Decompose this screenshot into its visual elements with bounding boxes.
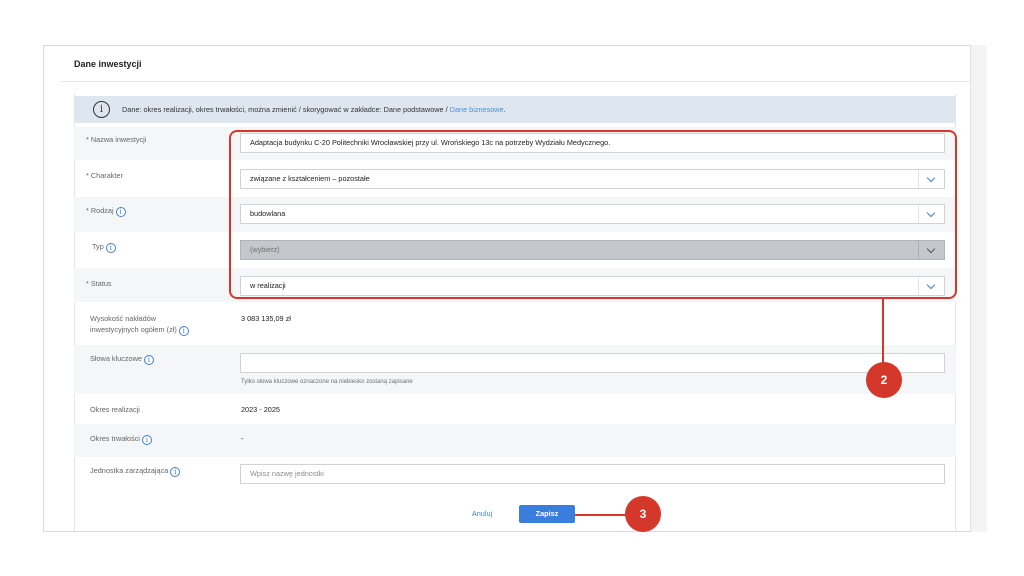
jednostka-zarzadzajaca-placeholder: Wpisz nazwę jednostki (250, 469, 324, 478)
cancel-button[interactable]: Anuluj (462, 505, 502, 523)
info-bar: i Dane: okres realizacji, okres trwałośc… (74, 96, 956, 123)
charakter-label: * Charakter (86, 171, 123, 180)
card-header: Dane inwestycji (60, 48, 970, 82)
scrollbar-track[interactable] (970, 45, 987, 532)
slowa-kluczowe-helper: Tylko słowa kluczowe oznaczone na niebie… (241, 379, 413, 385)
jednostka-zarzadzajaca-label: Jednostka zarządzająca i (90, 466, 181, 477)
jednostka-zarzadzajaca-input[interactable]: Wpisz nazwę jednostki (240, 464, 945, 484)
wysokosc-nakladow-label: Wysokość nakładów inwestycyjnych ogółem (… (90, 313, 189, 336)
slowa-kluczowe-input[interactable] (240, 353, 945, 373)
dane-biznesowe-link[interactable]: Dane biznesowe (450, 105, 504, 114)
info-icon[interactable]: i (115, 207, 126, 217)
info-period: . (503, 105, 506, 114)
okres-trwalosci-label: Okres trwałości i (90, 434, 152, 445)
status-label: * Status (86, 279, 112, 288)
info-circle-icon: i (93, 101, 110, 118)
info-text: Dane: okres realizacji, okres trwałości,… (122, 105, 506, 114)
row-okres-realizacji (74, 394, 956, 424)
row-wysokosc-nakladow (74, 302, 956, 345)
callout-connector-2 (882, 299, 884, 363)
row-okres-trwalosci (74, 424, 956, 457)
info-icon[interactable]: i (141, 435, 152, 445)
nazwa-inwestycji-label: * Nazwa inwestycji (86, 135, 147, 144)
okres-trwalosci-value: - (241, 434, 244, 443)
save-button[interactable]: Zapisz (519, 505, 575, 523)
highlight-box (229, 130, 957, 299)
wysokosc-nakladow-value: 3 083 135,09 zł (241, 314, 291, 323)
callout-connector-3 (575, 514, 627, 516)
info-icon[interactable]: i (105, 243, 116, 253)
info-icon[interactable]: i (170, 467, 181, 477)
info-icon[interactable]: i (143, 355, 154, 365)
okres-realizacji-value: 2023 - 2025 (241, 405, 280, 414)
slowa-kluczowe-label: Słowa kluczowe i (90, 354, 154, 365)
info-message: Dane: okres realizacji, okres trwałości,… (122, 105, 450, 114)
callout-badge-2: 2 (866, 362, 902, 398)
info-icon[interactable]: i (178, 326, 189, 336)
okres-realizacji-label: Okres realizacji (90, 405, 140, 414)
callout-badge-3: 3 (625, 496, 661, 532)
typ-label: Typ i (92, 242, 116, 253)
rodzaj-label: * Rodzaj i (86, 206, 126, 217)
card-title: Dane inwestycji (74, 59, 142, 69)
